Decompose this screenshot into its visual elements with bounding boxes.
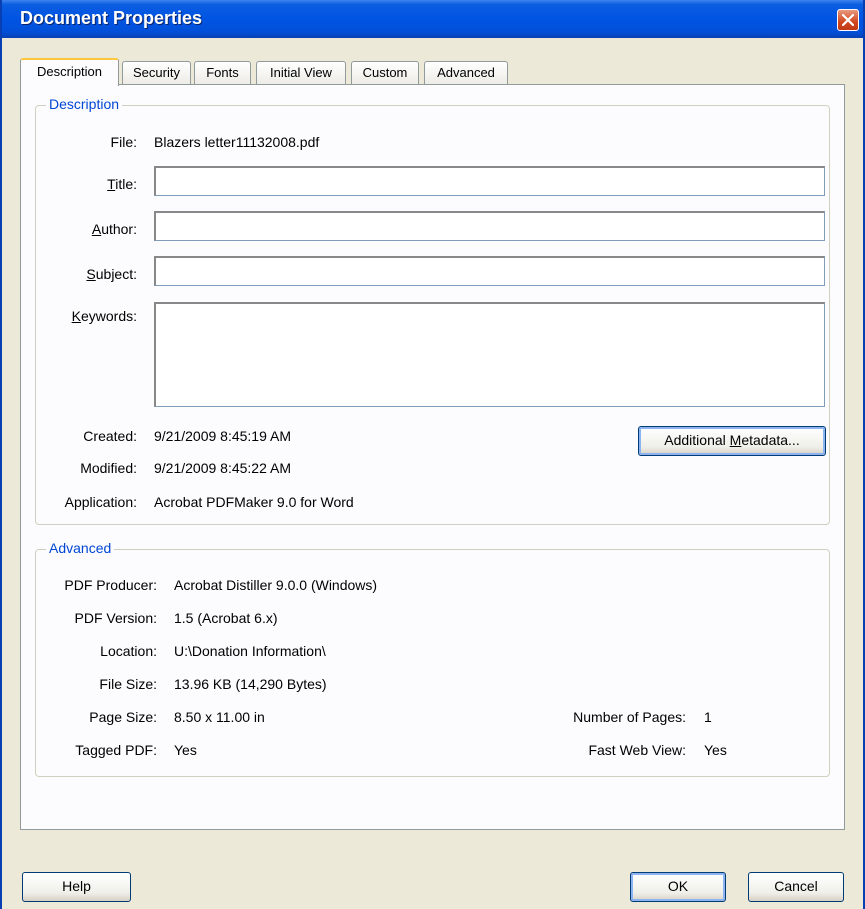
location-label: Location: [100, 643, 157, 659]
fast-web-view-label: Fast Web View: [588, 742, 686, 758]
tab-description[interactable]: Description [20, 58, 119, 86]
modified-value: 9/21/2009 8:45:22 AM [154, 460, 291, 476]
author-field[interactable] [154, 211, 825, 241]
description-legend: Description [46, 96, 123, 112]
pdf-producer-value: Acrobat Distiller 9.0.0 (Windows) [174, 577, 378, 593]
created-label: Created: [83, 428, 137, 444]
advanced-group: Advanced PDF Producer: Acrobat Distiller… [35, 540, 830, 777]
tab-advanced[interactable]: Advanced [424, 61, 508, 85]
help-button[interactable]: Help [22, 872, 131, 902]
title-bar[interactable]: Document Properties [2, 0, 863, 38]
pdf-producer-label: PDF Producer: [64, 577, 157, 593]
tab-fonts[interactable]: Fonts [194, 61, 251, 85]
window-title: Document Properties [20, 8, 203, 28]
ok-button[interactable]: OK [630, 872, 726, 902]
tab-initial-view[interactable]: Initial View [256, 61, 346, 85]
location-value: U:\Donation Information\ [174, 643, 326, 659]
additional-metadata-button[interactable]: Additional Metadata... [638, 426, 826, 456]
created-value: 9/21/2009 8:45:19 AM [154, 428, 291, 444]
close-icon [842, 14, 854, 26]
page-size-label: Page Size: [89, 709, 157, 725]
fast-web-view-value: Yes [704, 742, 727, 758]
keywords-field[interactable] [154, 302, 825, 407]
pdf-version-value: 1.5 (Acrobat 6.x) [174, 610, 278, 626]
tab-custom[interactable]: Custom [351, 61, 419, 85]
file-label: File: [110, 134, 137, 150]
title-field[interactable] [154, 166, 825, 196]
tagged-pdf-value: Yes [174, 742, 197, 758]
keywords-label: Keywords: [71, 308, 137, 324]
document-properties-dialog: Document Properties Description Security… [0, 0, 865, 909]
application-label: Application: [64, 494, 137, 510]
advanced-legend: Advanced [46, 540, 115, 556]
title-label: Title: [107, 176, 137, 192]
tab-panel: Description File: Blazers letter11132008… [20, 84, 845, 830]
file-size-label: File Size: [99, 676, 157, 692]
cancel-button[interactable]: Cancel [748, 872, 844, 902]
description-group: Description File: Blazers letter11132008… [35, 96, 830, 525]
additional-metadata-label: Additional Metadata... [664, 432, 800, 448]
subject-label: Subject: [86, 266, 137, 282]
number-of-pages-value: 1 [704, 709, 712, 725]
file-value: Blazers letter11132008.pdf [154, 134, 320, 150]
close-button[interactable] [837, 9, 859, 31]
tagged-pdf-label: Tagged PDF: [75, 742, 157, 758]
page-size-value: 8.50 x 11.00 in [174, 709, 265, 725]
file-size-value: 13.96 KB (14,290 Bytes) [174, 676, 327, 692]
subject-field[interactable] [154, 256, 825, 286]
author-label: Author: [91, 221, 137, 237]
modified-label: Modified: [80, 460, 137, 476]
application-value: Acrobat PDFMaker 9.0 for Word [154, 494, 354, 510]
number-of-pages-label: Number of Pages: [573, 709, 686, 725]
pdf-version-label: PDF Version: [74, 610, 157, 626]
tab-security[interactable]: Security [122, 61, 191, 85]
